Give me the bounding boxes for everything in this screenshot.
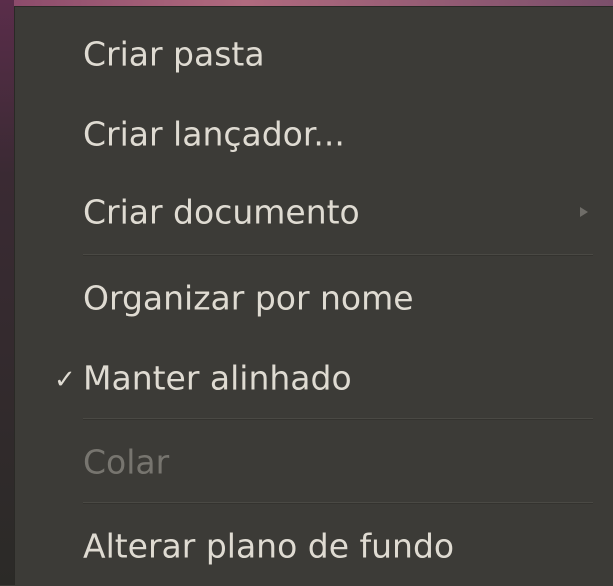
- menu-item-label: Colar: [83, 442, 170, 482]
- submenu-arrow-icon: [580, 207, 588, 217]
- menu-item-label: Criar pasta: [83, 34, 265, 74]
- menu-item-label: Criar lançador...: [83, 114, 345, 154]
- menu-item-create-document[interactable]: Criar documento: [15, 172, 613, 252]
- menu-item-label: Organizar por nome: [83, 278, 414, 318]
- menu-item-create-launcher[interactable]: Criar lançador...: [15, 94, 613, 174]
- menu-separator: [83, 418, 593, 420]
- desktop-context-menu: Criar pasta Criar lançador... Criar docu…: [14, 6, 613, 585]
- menu-separator: [83, 254, 593, 256]
- menu-item-label: Alterar plano de fundo: [83, 526, 455, 566]
- menu-item-paste[interactable]: Colar: [15, 422, 613, 502]
- desktop-background-left: [0, 0, 14, 585]
- check-icon: ✓: [54, 364, 76, 395]
- menu-item-label: Criar documento: [83, 192, 360, 232]
- menu-item-create-folder[interactable]: Criar pasta: [15, 14, 613, 94]
- menu-item-label: Manter alinhado: [83, 358, 352, 398]
- menu-item-keep-aligned[interactable]: ✓ Manter alinhado: [15, 338, 613, 418]
- menu-item-arrange-by-name[interactable]: Organizar por nome: [15, 258, 613, 338]
- menu-separator: [83, 502, 593, 504]
- menu-item-change-background[interactable]: Alterar plano de fundo: [15, 506, 613, 586]
